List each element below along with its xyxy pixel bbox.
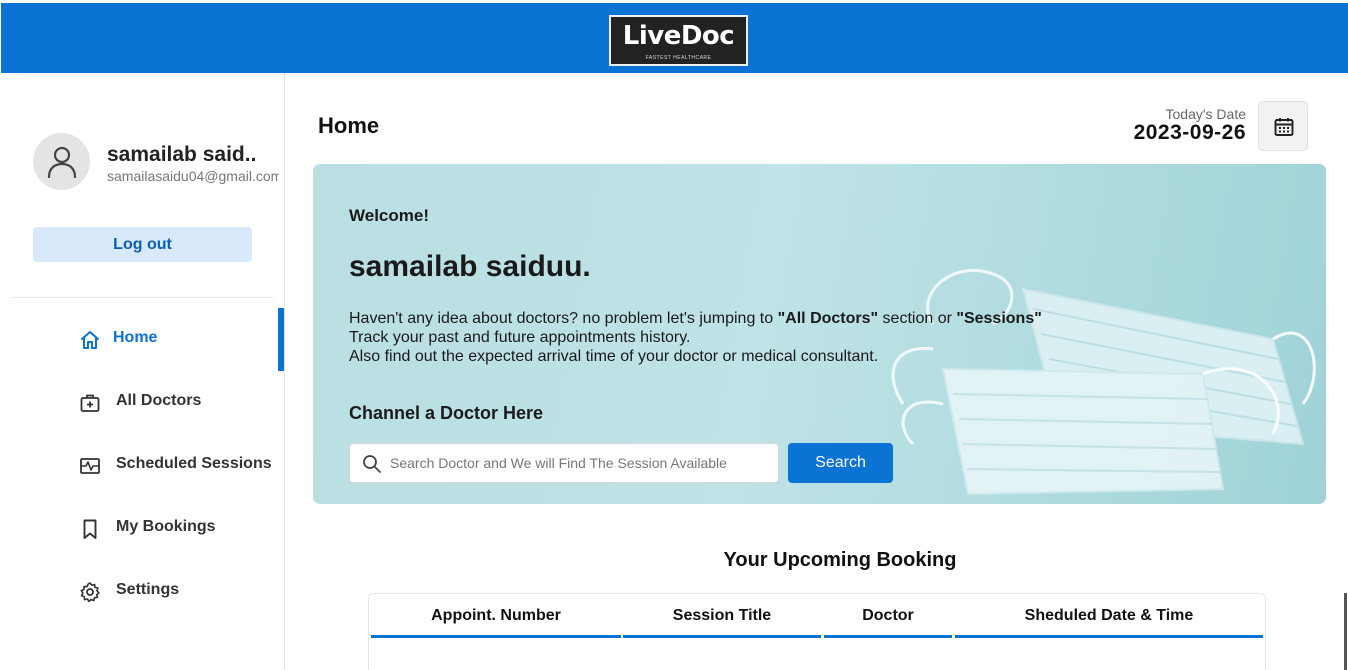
welcome-heading: Welcome! bbox=[349, 206, 429, 225]
column-header-appoint-number: Appoint. Number bbox=[371, 594, 621, 638]
column-header-doctor: Doctor bbox=[824, 594, 952, 638]
page-scrollbar[interactable] bbox=[1344, 593, 1347, 670]
top-bar: LiveDoc FASTEST HEALTHCARE bbox=[1, 3, 1348, 73]
doctor-search-input[interactable] bbox=[390, 452, 730, 474]
banner-line1-prefix: Haven't any idea about doctors? no probl… bbox=[349, 310, 778, 327]
search-icon bbox=[363, 455, 381, 473]
home-icon bbox=[81, 331, 99, 349]
calendar-icon bbox=[1274, 118, 1294, 136]
user-name: samailab said.. bbox=[107, 143, 257, 166]
sessions-link[interactable]: "Sessions" bbox=[956, 310, 1041, 327]
active-indicator bbox=[278, 308, 284, 371]
user-icon bbox=[47, 146, 77, 178]
welcome-banner: Welcome! samailab saiduu. Haven't any id… bbox=[313, 164, 1326, 504]
sidebar-item-label: Home bbox=[113, 329, 158, 346]
sidebar: samailab said.. samailasaidu04@gmail.com… bbox=[1, 73, 285, 670]
column-header-session-title: Session Title bbox=[623, 594, 821, 638]
sidebar-item-all-doctors[interactable]: All Doctors bbox=[1, 371, 285, 434]
sidebar-item-label: Scheduled Sessions bbox=[116, 455, 272, 472]
page-title: Home bbox=[318, 113, 380, 138]
banner-line2: Track your past and future appointments … bbox=[349, 329, 691, 346]
channel-heading: Channel a Doctor Here bbox=[349, 403, 544, 423]
date-value: 2023-09-26 bbox=[1133, 121, 1246, 144]
banner-line1-mid: section or bbox=[878, 310, 957, 327]
user-email: samailasaidu04@gmail.com bbox=[107, 168, 279, 184]
gear-icon bbox=[80, 582, 100, 603]
bookmark-icon bbox=[83, 519, 97, 539]
search-button[interactable]: Search bbox=[788, 443, 893, 483]
logo-tagline: FASTEST HEALTHCARE bbox=[645, 55, 712, 61]
logo-text: LiveDoc bbox=[622, 21, 735, 51]
column-header-scheduled-date-time: Sheduled Date & Time bbox=[955, 594, 1263, 638]
banner-user-name: samailab saiduu. bbox=[349, 250, 591, 283]
doctor-bag-icon bbox=[80, 394, 100, 412]
upcoming-booking-table: Appoint. Number Session Title Doctor She… bbox=[368, 593, 1266, 670]
sidebar-item-home[interactable]: Home bbox=[1, 308, 285, 371]
upcoming-booking-title: Your Upcoming Booking bbox=[723, 549, 957, 571]
sidebar-item-label: Settings bbox=[116, 581, 180, 598]
pulse-schedule-icon bbox=[80, 458, 100, 474]
face-masks-illustration bbox=[891, 268, 1316, 496]
banner-line3: Also find out the expected arrival time … bbox=[349, 348, 879, 365]
all-doctors-link[interactable]: "All Doctors" bbox=[778, 310, 879, 327]
sidebar-item-label: All Doctors bbox=[116, 392, 202, 409]
sidebar-divider bbox=[11, 297, 273, 298]
banner-description: Haven't any idea about doctors? no probl… bbox=[349, 309, 1042, 366]
avatar bbox=[33, 133, 90, 190]
sidebar-item-scheduled-sessions[interactable]: Scheduled Sessions bbox=[1, 434, 285, 497]
sidebar-item-label: My Bookings bbox=[116, 518, 216, 535]
sidebar-item-my-bookings[interactable]: My Bookings bbox=[1, 497, 285, 560]
logout-button[interactable]: Log out bbox=[33, 227, 252, 262]
doctor-search-box[interactable] bbox=[349, 443, 779, 483]
date-label: Today's Date bbox=[1165, 106, 1247, 122]
livedoc-logo[interactable]: LiveDoc FASTEST HEALTHCARE bbox=[609, 15, 748, 66]
calendar-button[interactable] bbox=[1258, 101, 1308, 151]
sidebar-item-settings[interactable]: Settings bbox=[1, 560, 285, 623]
